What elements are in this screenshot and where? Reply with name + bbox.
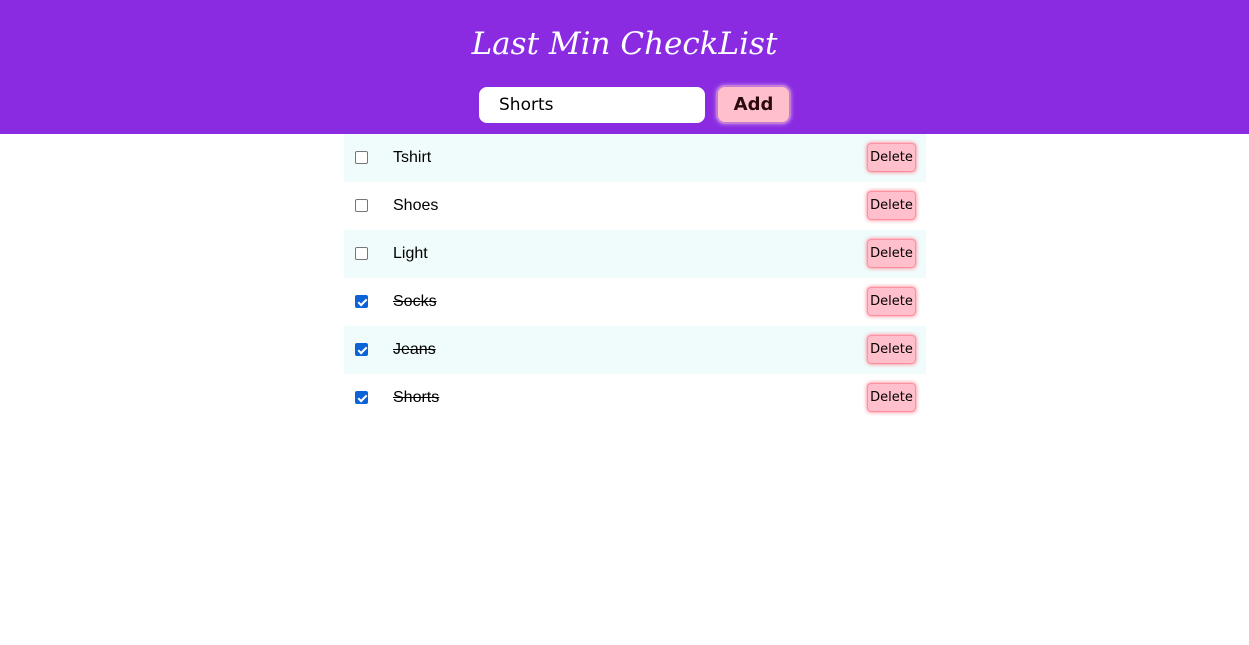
delete-button[interactable]: Delete <box>867 143 916 172</box>
delete-button[interactable]: Delete <box>867 335 916 364</box>
item-label: Jeans <box>393 341 436 358</box>
item-label: Shoes <box>393 197 439 214</box>
item-checkbox[interactable] <box>355 343 368 356</box>
list-item: Socks Delete <box>344 278 926 326</box>
delete-button[interactable]: Delete <box>867 287 916 316</box>
list-item: Tshirt Delete <box>344 134 926 182</box>
list-item: Jeans Delete <box>344 326 926 374</box>
item-checkbox[interactable] <box>355 391 368 404</box>
item-label: Tshirt <box>393 149 432 166</box>
add-item-form: Add <box>479 85 791 124</box>
checklist: Tshirt Delete Shoes Delete Light Delete … <box>344 134 926 422</box>
app-header: Last Min CheckList Add <box>0 0 1249 134</box>
item-checkbox[interactable] <box>355 247 368 260</box>
new-item-input[interactable] <box>479 86 705 123</box>
add-button[interactable]: Add <box>716 85 791 124</box>
app-title: Last Min CheckList <box>471 26 778 62</box>
item-label: Light <box>393 245 428 262</box>
delete-button[interactable]: Delete <box>867 383 916 412</box>
delete-button[interactable]: Delete <box>867 239 916 268</box>
item-checkbox[interactable] <box>355 295 368 308</box>
item-checkbox[interactable] <box>355 199 368 212</box>
item-label: Socks <box>393 293 437 310</box>
list-item: Shorts Delete <box>344 374 926 422</box>
item-checkbox[interactable] <box>355 151 368 164</box>
list-item: Shoes Delete <box>344 182 926 230</box>
list-item: Light Delete <box>344 230 926 278</box>
item-label: Shorts <box>393 389 440 406</box>
delete-button[interactable]: Delete <box>867 191 916 220</box>
